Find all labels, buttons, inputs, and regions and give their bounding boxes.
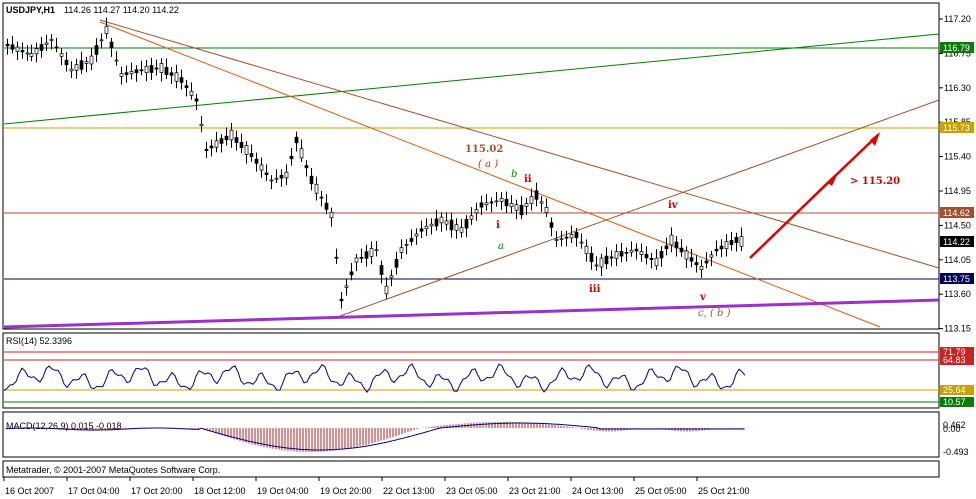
main-panel [2,2,940,330]
annotation-iv: iv [668,200,679,211]
annotation-peak-price: 115.02 [465,144,503,155]
annotation-target: > 115.20 [850,176,900,187]
chart-window: 117.20116.75116.30115.85115.40114.95114.… [2,2,974,496]
price-axis-label: 113.60 [944,289,971,299]
price-axis-label: 117.20 [944,14,971,24]
price-axis-label: 114.05 [944,255,971,265]
level-box-label: 116.79 [943,43,970,53]
time-axis: 16 Oct 2007 17 Oct 04:00 17 Oct 20:00 18 Oc… [3,477,750,496]
time-axis-label: 17 Oct 04:00 [68,486,120,496]
macd-axis-bottom: -0.493 [943,447,969,457]
time-axis-label: 24 Oct 13:00 [572,486,624,496]
time-axis-label: 19 Oct 04:00 [257,486,309,496]
time-axis-label: 23 Oct 21:00 [509,486,561,496]
macd-panel [2,411,940,458]
symbol-title: USDJPY,H1 [6,5,55,15]
price-axis-label: 114.95 [944,186,971,196]
annotation-b: b [511,169,517,180]
level-box-label: 113.75 [943,274,970,284]
price-axis: 117.20116.75116.30115.85115.40114.95114.… [939,14,971,334]
level-boxes: 116.79 115.73 114.62 113.75 [940,42,974,284]
annotation-a-paren: ( a ) [478,159,498,170]
rsi-level-boxes: 71.7964.8325.6410.57 [940,347,974,407]
annotation-c-b: c, ( b ) [698,308,731,319]
annotation-iii: iii [589,284,601,295]
time-axis-label: 19 Oct 20:00 [320,486,372,496]
rsi-title: RSI(14) 52.3396 [6,336,72,346]
time-axis-label: 22 Oct 13:00 [383,486,435,496]
current-price-label: 114.22 [943,237,970,247]
time-axis-label: 18 Oct 12:00 [194,486,246,496]
time-axis-label: 25 Oct 05:00 [635,486,687,496]
rsi-level-label: 25.64 [943,385,966,395]
price-axis-label: 114.50 [944,220,971,230]
annotation-a: a [498,241,504,252]
ohlc-values: 114.26 114.27 114.20 114.22 [64,5,179,15]
time-axis-label: 16 Oct 2007 [5,486,54,496]
time-axis-label: 23 Oct 05:00 [446,486,498,496]
annotation-v: v [699,292,707,303]
rsi-level-label: 10.57 [943,397,966,407]
time-axis-label: 17 Oct 20:00 [131,486,183,496]
annotation-i: i [496,220,500,231]
rsi-level-label: 64.83 [943,355,966,365]
copyright-text: Metatrader, © 2001-2007 MetaQuotes Softw… [6,465,220,475]
level-box-label: 115.73 [943,123,970,133]
macd-axis-zero: 0.00 [943,424,961,434]
price-axis-label: 113.15 [944,324,971,334]
time-axis-label: 25 Oct 21:00 [698,486,750,496]
price-axis-label: 116.30 [944,83,971,93]
price-axis-label: 115.40 [944,152,971,162]
annotation-ii: ii [524,174,532,185]
level-box-label: 114.62 [943,208,970,218]
